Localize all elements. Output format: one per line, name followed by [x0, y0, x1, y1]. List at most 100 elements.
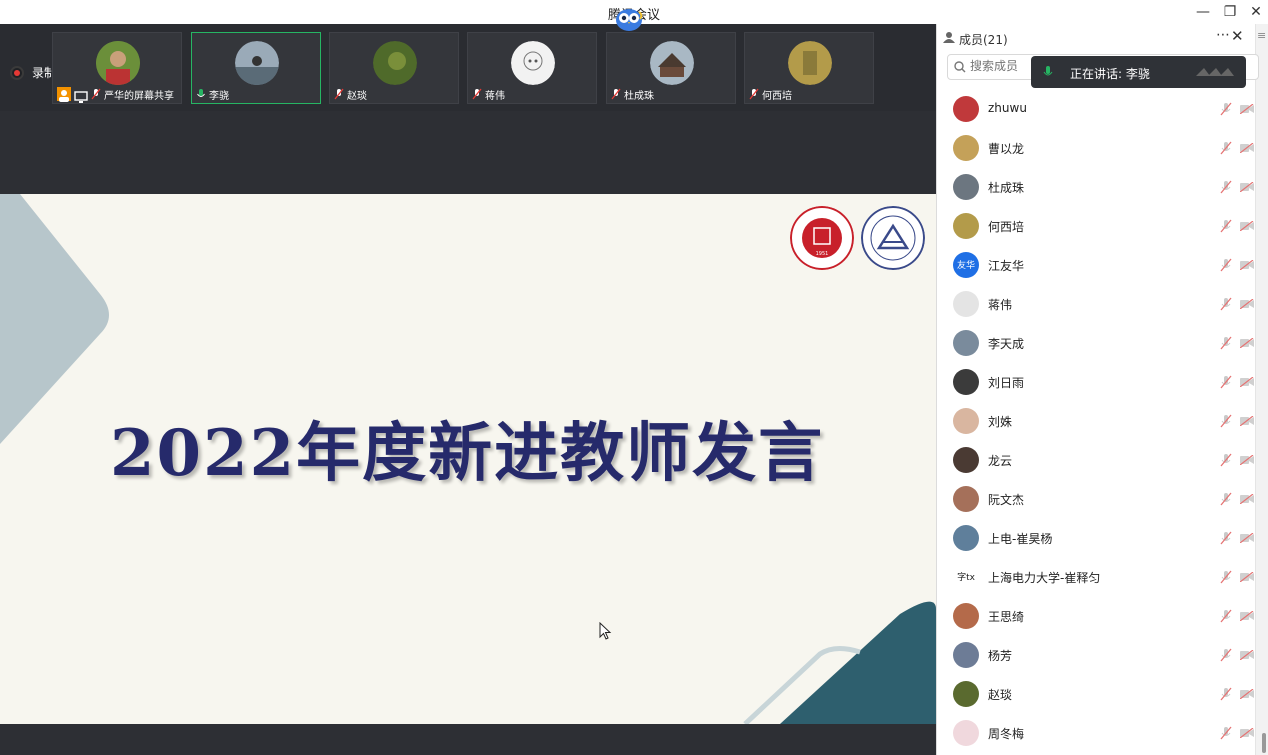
tile-name: 何西培: [762, 90, 792, 102]
close-panel-icon[interactable]: ✕: [1231, 27, 1244, 45]
member-name: 杜成珠: [988, 181, 1025, 195]
mic-muted-icon[interactable]: [1220, 609, 1232, 623]
tile-name-bar: 何西培: [745, 85, 873, 103]
member-row[interactable]: 蒋伟: [937, 285, 1255, 324]
members-panel-title: 成员(21): [959, 33, 1008, 47]
member-row[interactable]: 李天成: [937, 324, 1255, 363]
avatar-initials: 友华: [956, 261, 975, 271]
camera-off-icon[interactable]: [1240, 182, 1254, 192]
mic-muted-icon[interactable]: [1220, 726, 1232, 740]
avatar: [788, 41, 832, 85]
tile-name: 李骁: [209, 90, 229, 102]
member-row[interactable]: 刘姝: [937, 402, 1255, 441]
scrollbar-thumb[interactable]: [1262, 733, 1266, 753]
camera-off-icon[interactable]: [1240, 104, 1254, 114]
mic-muted-icon: [91, 88, 101, 100]
camera-off-icon[interactable]: [1240, 572, 1254, 582]
owl-mascot-icon: [616, 9, 643, 31]
mic-muted-icon[interactable]: [1220, 297, 1232, 311]
camera-off-icon[interactable]: [1240, 338, 1254, 348]
tile-name-bar: 李骁: [192, 85, 320, 103]
member-row[interactable]: 杜成珠: [937, 168, 1255, 207]
member-row[interactable]: zhuwu: [937, 90, 1255, 129]
college-seal-logo: [861, 206, 925, 270]
university-seal-logo: 1951: [790, 206, 854, 270]
member-row[interactable]: 赵琰: [937, 675, 1255, 714]
avatar: [953, 525, 979, 551]
mic-muted-icon[interactable]: [1220, 102, 1232, 116]
avatar: [511, 41, 555, 85]
close-button[interactable]: ✕: [1245, 3, 1267, 21]
camera-off-icon[interactable]: [1240, 494, 1254, 504]
member-name: 上海电力大学-崔释匀: [988, 571, 1101, 585]
member-row[interactable]: 龙云: [937, 441, 1255, 480]
mic-muted-icon[interactable]: [1220, 141, 1232, 155]
camera-off-icon[interactable]: [1240, 299, 1254, 309]
camera-off-icon[interactable]: [1240, 143, 1254, 153]
camera-off-icon[interactable]: [1240, 650, 1254, 660]
mic-speaking-icon: [197, 89, 205, 97]
avatar: [235, 41, 279, 85]
mic-muted-icon[interactable]: [1220, 453, 1232, 467]
member-row[interactable]: 王思绮: [937, 597, 1255, 636]
svg-text:1951: 1951: [816, 251, 829, 257]
camera-off-icon[interactable]: [1240, 533, 1254, 543]
member-row[interactable]: 字tx 上海电力大学-崔释匀: [937, 558, 1255, 597]
camera-off-icon[interactable]: [1240, 455, 1254, 465]
camera-off-icon[interactable]: [1240, 611, 1254, 621]
member-name: 李天成: [988, 337, 1025, 351]
stage-bottom-margin: [0, 724, 936, 755]
mic-muted-icon[interactable]: [1220, 219, 1232, 233]
tile-name: 蒋伟: [485, 90, 505, 102]
camera-off-icon[interactable]: [1240, 377, 1254, 387]
mic-muted-icon[interactable]: [1220, 687, 1232, 701]
member-row[interactable]: 刘日雨: [937, 363, 1255, 402]
more-options-icon[interactable]: ⋯: [1216, 27, 1230, 43]
member-row[interactable]: 阮文杰: [937, 480, 1255, 519]
member-row[interactable]: 周冬梅: [937, 714, 1255, 753]
member-row[interactable]: 杨芳: [937, 636, 1255, 675]
video-tile[interactable]: 杜成珠: [606, 32, 736, 104]
member-row[interactable]: 上电-崔昊杨: [937, 519, 1255, 558]
mic-muted-icon[interactable]: [1220, 531, 1232, 545]
video-tile[interactable]: 蒋伟: [467, 32, 597, 104]
video-tile[interactable]: 李骁: [191, 32, 321, 104]
avatar: [953, 447, 979, 473]
mic-muted-icon[interactable]: [1220, 414, 1232, 428]
video-tile[interactable]: 赵琰: [329, 32, 459, 104]
speaking-toast: 正在讲话: 李骁: [1031, 56, 1246, 88]
camera-off-icon[interactable]: [1240, 260, 1254, 270]
mic-muted-icon[interactable]: [1220, 648, 1232, 662]
minimize-button[interactable]: —: [1192, 3, 1214, 21]
restore-button[interactable]: ❐: [1219, 3, 1241, 21]
video-tile[interactable]: 严华的屏幕共享: [52, 32, 182, 104]
mic-muted-icon[interactable]: [1220, 375, 1232, 389]
avatar: [953, 330, 979, 356]
search-icon: [954, 61, 966, 73]
member-name: 赵琰: [988, 688, 1013, 702]
member-name: 曹以龙: [988, 142, 1025, 156]
avatar: [953, 642, 979, 668]
camera-off-icon[interactable]: [1240, 689, 1254, 699]
tile-name-bar: 蒋伟: [468, 85, 596, 103]
record-icon: [10, 65, 24, 80]
mouse-cursor-icon: [599, 622, 612, 640]
side-menu-icon[interactable]: ≡: [1257, 29, 1266, 42]
member-name: 王思绮: [988, 610, 1025, 624]
member-name: 杨芳: [988, 649, 1013, 663]
member-row[interactable]: 友华 江友华: [937, 246, 1255, 285]
camera-off-icon[interactable]: [1240, 221, 1254, 231]
mic-muted-icon[interactable]: [1220, 492, 1232, 506]
members-icon: [943, 32, 955, 43]
mic-muted-icon[interactable]: [1220, 180, 1232, 194]
mic-muted-icon[interactable]: [1220, 570, 1232, 584]
mic-muted-icon: [472, 88, 482, 100]
camera-off-icon[interactable]: [1240, 728, 1254, 738]
avatar: [953, 174, 979, 200]
video-tile[interactable]: 何西培: [744, 32, 874, 104]
member-row[interactable]: 何西培: [937, 207, 1255, 246]
camera-off-icon[interactable]: [1240, 416, 1254, 426]
member-row[interactable]: 曹以龙: [937, 129, 1255, 168]
mic-muted-icon[interactable]: [1220, 258, 1232, 272]
mic-muted-icon[interactable]: [1220, 336, 1232, 350]
